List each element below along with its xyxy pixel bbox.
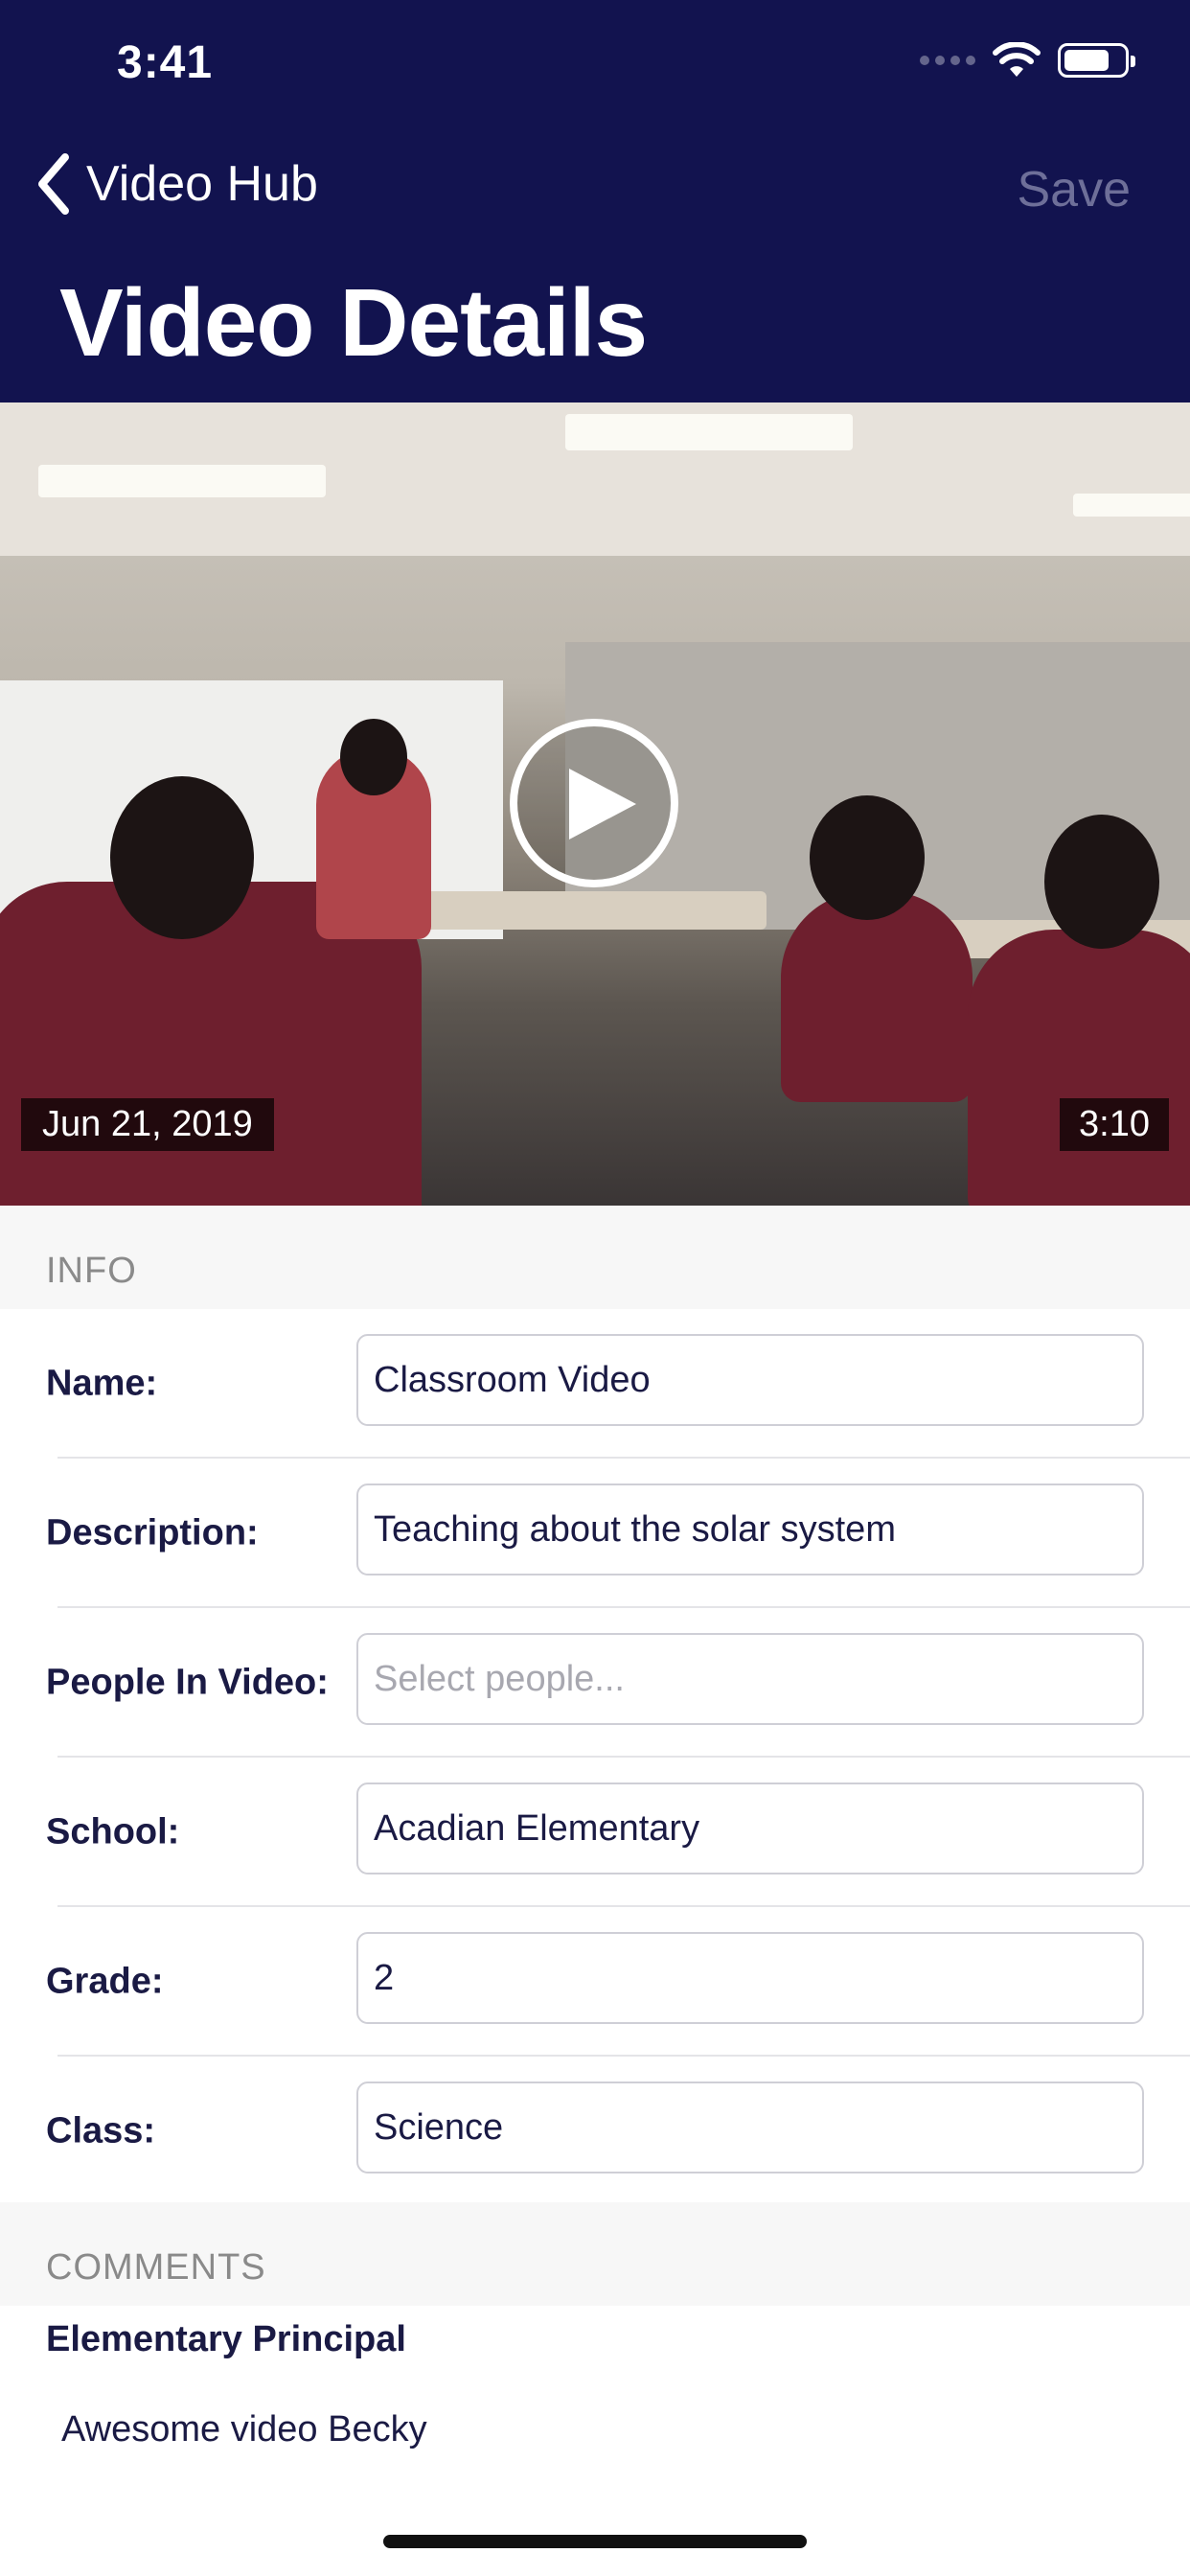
description-label: Description:	[46, 1512, 259, 1553]
video-date: Jun 21, 2019	[21, 1098, 274, 1151]
status-time: 3:41	[117, 37, 214, 88]
back-button-label: Video Hub	[86, 156, 318, 212]
grade-row: Grade: 2	[0, 1907, 1190, 2057]
cellular-signal-icon	[920, 56, 975, 65]
page-title: Video Details	[59, 269, 648, 377]
video-thumbnail-student-head	[110, 776, 254, 939]
comments-section-header: COMMENTS	[0, 2202, 1190, 2306]
comments-section-label: COMMENTS	[46, 2247, 266, 2288]
video-player[interactable]: Jun 21, 2019 3:10	[0, 402, 1190, 1206]
school-field[interactable]: Acadian Elementary	[356, 1782, 1144, 1874]
grade-field[interactable]: 2	[356, 1932, 1144, 2024]
home-indicator[interactable]	[383, 2535, 807, 2548]
description-row: Description: Teaching about the solar sy…	[0, 1459, 1190, 1608]
class-label: Class:	[46, 2110, 156, 2151]
school-row: School: Acadian Elementary	[0, 1758, 1190, 1907]
back-button[interactable]: Video Hub	[34, 153, 318, 215]
name-field[interactable]: Classroom Video	[356, 1334, 1144, 1426]
class-row: Class: Science	[0, 2057, 1190, 2206]
class-field[interactable]: Science	[356, 2082, 1144, 2174]
people-in-video-field[interactable]: Select people...	[356, 1633, 1144, 1725]
info-section-label: INFO	[46, 1251, 137, 1291]
play-icon	[569, 769, 636, 840]
video-thumbnail-student	[781, 891, 973, 1102]
comment-text: Awesome video Becky	[61, 2409, 427, 2450]
video-thumbnail-light	[38, 465, 326, 497]
comment-author: Elementary Principal	[46, 2319, 406, 2359]
video-thumbnail-light	[565, 414, 853, 450]
video-thumbnail-student-head	[1044, 815, 1159, 949]
people-in-video-row: People In Video: Select people...	[0, 1608, 1190, 1758]
battery-icon	[1058, 43, 1135, 78]
video-thumbnail-student-head	[810, 795, 925, 920]
video-thumbnail-teacher-head	[340, 719, 407, 795]
people-in-video-label: People In Video:	[46, 1662, 329, 1703]
save-button[interactable]: Save	[1017, 161, 1131, 218]
video-duration: 3:10	[1060, 1098, 1169, 1151]
description-field[interactable]: Teaching about the solar system	[356, 1484, 1144, 1576]
header: 3:41 Video Hub Save Video Details	[0, 0, 1190, 402]
video-thumbnail-student	[968, 930, 1190, 1206]
wifi-icon	[993, 42, 1041, 77]
school-label: School:	[46, 1811, 180, 1852]
grade-label: Grade:	[46, 1961, 164, 2002]
name-row: Name: Classroom Video	[0, 1309, 1190, 1459]
name-label: Name:	[46, 1363, 158, 1404]
chevron-left-icon	[38, 153, 69, 215]
status-icons	[920, 42, 1135, 79]
video-thumbnail-light	[1073, 494, 1190, 517]
play-button[interactable]	[510, 719, 678, 887]
info-section-header: INFO	[0, 1206, 1190, 1309]
